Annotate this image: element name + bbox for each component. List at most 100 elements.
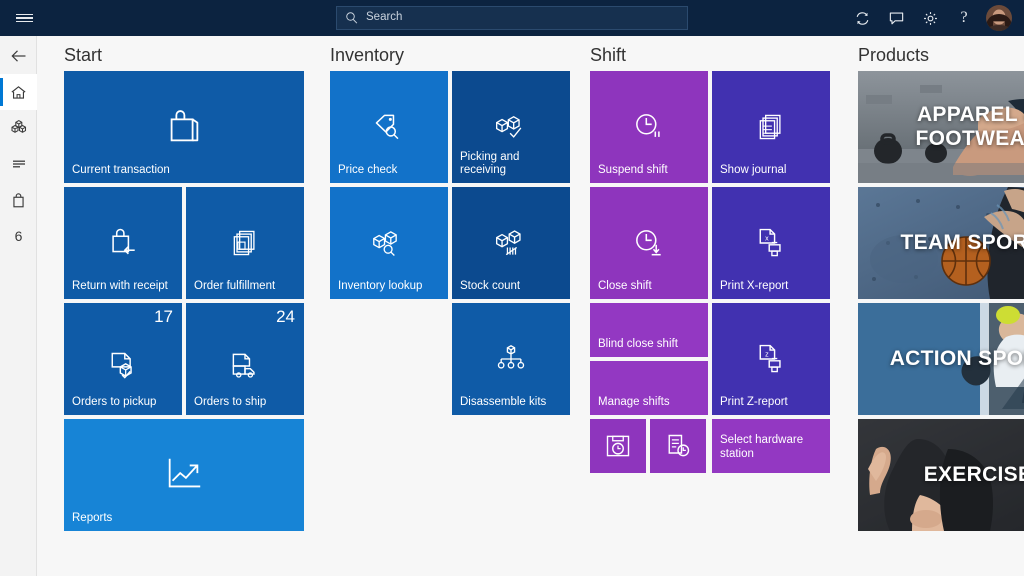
tile-label: Suspend shift — [598, 164, 702, 177]
clock-pause-icon — [631, 109, 667, 145]
help-label: ? — [960, 9, 967, 27]
sidebar-item-journal[interactable] — [0, 146, 37, 182]
tile-manage-shifts[interactable]: Manage shifts — [590, 361, 708, 415]
column-start: Start Current transaction — [62, 36, 306, 541]
product-tile-team-sports[interactable]: TEAM SPORTS — [858, 187, 1024, 299]
column-products: Products — [856, 36, 1024, 541]
tile-label: Manage shifts — [598, 396, 702, 409]
tile-label: Select hardware station — [720, 433, 824, 461]
tile-stock-count[interactable]: Stock count — [452, 187, 570, 299]
tile-price-check[interactable]: Price check — [330, 71, 448, 183]
product-tile-label: EXERCISE — [924, 463, 1024, 487]
help-icon[interactable]: ? — [947, 0, 981, 36]
sidebar-count-label: 6 — [15, 228, 23, 244]
tile-reports[interactable]: Reports — [64, 419, 304, 531]
product-tile-label: TEAM SPORTS — [901, 231, 1024, 255]
product-tile-exercise[interactable]: EXERCISE — [858, 419, 1024, 531]
tile-label: Orders to ship — [194, 396, 298, 409]
tile-time-entries[interactable] — [650, 419, 706, 473]
search-placeholder: Search — [366, 12, 402, 24]
tile-suspend-shift[interactable]: Suspend shift — [590, 71, 708, 183]
tile-blind-close-shift[interactable]: Blind close shift — [590, 303, 708, 357]
tile-label: Print Z-report — [720, 396, 824, 409]
tile-label: Picking and receiving — [460, 151, 564, 177]
svg-text:z: z — [765, 350, 769, 358]
tile-print-z-report[interactable]: z Print Z-report — [712, 303, 830, 415]
documents-icon — [755, 111, 787, 143]
tile-label: Close shift — [598, 280, 702, 293]
gear-icon[interactable] — [913, 0, 947, 36]
list-icon — [9, 154, 29, 174]
tile-label: Order fulfillment — [194, 280, 298, 293]
tile-print-x-report[interactable]: x Print X-report — [712, 187, 830, 299]
print-z-icon: z — [754, 342, 788, 376]
tile-orders-to-ship[interactable]: 24 Orders to ship — [186, 303, 304, 415]
column-title-shift: Shift — [590, 45, 838, 65]
order-ship-icon — [228, 349, 262, 383]
product-tile-apparel-footwear[interactable]: APPAREL & FOOTWEAR — [858, 71, 1024, 183]
tile-picking-and-receiving[interactable]: Picking and receiving — [452, 71, 570, 183]
svg-text:x: x — [765, 234, 769, 242]
product-tile-label: APPAREL & FOOTWEAR — [873, 103, 1024, 151]
time-entries-icon — [664, 432, 692, 460]
column-title-inventory: Inventory — [330, 45, 572, 65]
tile-label: Print X-report — [720, 280, 824, 293]
avatar[interactable] — [986, 5, 1012, 31]
sync-icon[interactable] — [845, 0, 879, 36]
clock-down-icon — [631, 225, 667, 261]
sidebar-item-cart[interactable] — [0, 182, 37, 218]
sidebar-item-home[interactable] — [0, 74, 37, 110]
boxes-icon — [9, 118, 29, 138]
chat-icon[interactable] — [879, 0, 913, 36]
tag-search-icon — [371, 110, 407, 144]
tile-label: Current transaction — [72, 164, 298, 177]
column-title-products: Products — [858, 45, 1024, 65]
column-title-start: Start — [64, 45, 306, 65]
tile-return-with-receipt[interactable]: Return with receipt — [64, 187, 182, 299]
search-input[interactable]: Search — [336, 6, 688, 30]
tile-disassemble-kits[interactable]: Disassemble kits — [452, 303, 570, 415]
main-content: Start Current transaction — [38, 36, 1024, 576]
tile-label: Inventory lookup — [338, 280, 442, 293]
tile-label: Disassemble kits — [460, 396, 564, 409]
kit-tree-icon — [494, 342, 528, 376]
tile-inventory-lookup[interactable]: Inventory lookup — [330, 187, 448, 299]
tile-order-fulfillment[interactable]: Order fulfillment — [186, 187, 304, 299]
tile-show-journal[interactable]: Show journal — [712, 71, 830, 183]
tile-label: Return with receipt — [72, 280, 176, 293]
tile-time-clock[interactable] — [590, 419, 646, 473]
tile-label: Blind close shift — [598, 338, 702, 351]
left-rail: 6 — [0, 36, 37, 576]
hamburger-icon[interactable] — [0, 0, 48, 36]
product-tile-action-sports[interactable]: ACTION SPORTS — [858, 303, 1024, 415]
boxes-tally-icon — [492, 226, 530, 260]
tile-label: Stock count — [460, 280, 564, 293]
bag-return-icon — [105, 225, 141, 261]
documents-icon — [229, 227, 261, 259]
column-inventory: Inventory Price check — [328, 36, 572, 541]
tile-label: Orders to pickup — [72, 396, 176, 409]
top-bar-icons: ? — [845, 0, 1016, 36]
tile-label: Show journal — [720, 164, 824, 177]
tile-close-shift[interactable]: Close shift — [590, 187, 708, 299]
tile-count: 17 — [154, 307, 173, 327]
tile-count: 24 — [276, 307, 295, 327]
chart-trend-icon — [162, 454, 206, 496]
tile-orders-to-pickup[interactable]: 17 Orders to pickup — [64, 303, 182, 415]
tile-current-transaction[interactable]: Current transaction — [64, 71, 304, 183]
boxes-check-icon — [492, 110, 530, 144]
order-pickup-icon — [106, 349, 140, 383]
time-clock-icon — [604, 432, 632, 460]
print-x-icon: x — [754, 226, 788, 260]
product-tile-label: ACTION SPORTS — [890, 347, 1024, 371]
sidebar-item-products[interactable] — [0, 110, 37, 146]
arrow-left-icon — [9, 46, 29, 66]
tile-label: Reports — [72, 512, 298, 525]
tile-label: Price check — [338, 164, 442, 177]
back-button[interactable] — [0, 38, 37, 74]
home-icon — [9, 83, 28, 102]
column-shift: Shift Suspend shift — [588, 36, 838, 541]
tile-select-hardware-station[interactable]: Select hardware station — [712, 419, 830, 473]
search-icon — [345, 11, 359, 25]
sidebar-item-count[interactable]: 6 — [0, 218, 37, 254]
